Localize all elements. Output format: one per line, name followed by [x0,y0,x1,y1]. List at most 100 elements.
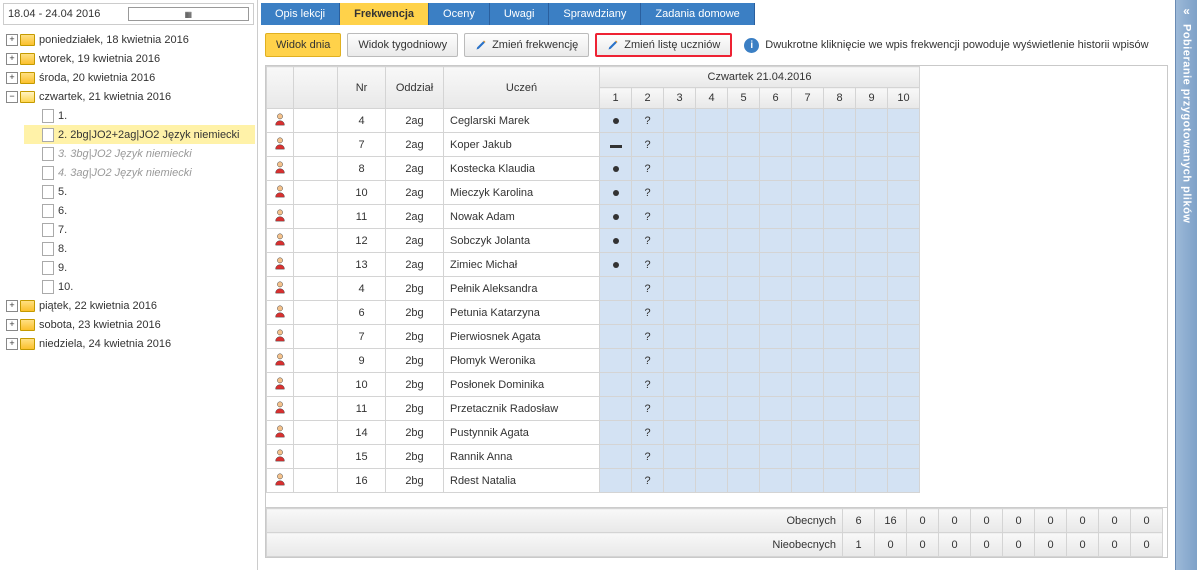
tree-lesson-node[interactable]: 3. 3bg|JO2 Język niemiecki [24,144,255,163]
slot-header[interactable]: 10 [888,88,920,109]
attendance-cell[interactable] [760,445,792,469]
attendance-cell[interactable] [888,253,920,277]
attendance-cell[interactable] [792,373,824,397]
attendance-cell[interactable] [760,181,792,205]
attendance-cell[interactable] [728,109,760,133]
attendance-cell[interactable] [600,109,632,133]
attendance-cell[interactable] [856,229,888,253]
zmien-liste-button[interactable]: Zmień listę uczniów [595,33,732,57]
slot-header[interactable]: 4 [696,88,728,109]
attendance-cell[interactable] [728,205,760,229]
student-row[interactable]: 122agSobczyk Jolanta? [267,229,920,253]
attendance-cell[interactable] [760,133,792,157]
attendance-cell[interactable] [728,421,760,445]
attendance-cell[interactable] [760,421,792,445]
attendance-cell[interactable] [696,109,728,133]
attendance-cell[interactable] [664,301,696,325]
widok-dnia-button[interactable]: Widok dnia [265,33,341,57]
attendance-cell[interactable] [728,301,760,325]
attendance-cell[interactable] [600,421,632,445]
attendance-cell[interactable] [856,325,888,349]
tree-day-node[interactable]: +wtorek, 19 kwietnia 2016 [2,49,255,68]
attendance-cell[interactable] [888,157,920,181]
attendance-cell[interactable] [792,205,824,229]
attendance-cell[interactable] [792,157,824,181]
attendance-cell[interactable]: ? [632,253,664,277]
attendance-cell[interactable] [760,157,792,181]
attendance-cell[interactable] [856,397,888,421]
attendance-cell[interactable] [792,469,824,493]
downloads-sidebar[interactable]: « Pobieranie przygotowanych plików [1175,0,1197,570]
attendance-cell[interactable] [888,445,920,469]
attendance-cell[interactable] [664,373,696,397]
attendance-cell[interactable] [664,421,696,445]
attendance-cell[interactable]: ? [632,181,664,205]
attendance-cell[interactable] [856,373,888,397]
tree-day-node[interactable]: +poniedziałek, 18 kwietnia 2016 [2,30,255,49]
attendance-cell[interactable] [856,277,888,301]
attendance-cell[interactable] [792,397,824,421]
student-row[interactable]: 162bgRdest Natalia? [267,469,920,493]
student-row[interactable]: 42agCeglarski Marek? [267,109,920,133]
attendance-cell[interactable] [888,349,920,373]
student-row[interactable]: 112bgPrzetacznik Radosław? [267,397,920,421]
slot-header[interactable]: 9 [856,88,888,109]
attendance-cell[interactable] [600,277,632,301]
attendance-cell[interactable] [760,109,792,133]
attendance-cell[interactable] [760,325,792,349]
slot-header[interactable]: 8 [824,88,856,109]
attendance-cell[interactable] [728,397,760,421]
tree-lesson-node[interactable]: 5. [24,182,255,201]
attendance-cell[interactable] [664,181,696,205]
attendance-cell[interactable] [728,349,760,373]
attendance-cell[interactable] [792,133,824,157]
attendance-cell[interactable] [664,157,696,181]
attendance-cell[interactable] [824,301,856,325]
attendance-cell[interactable] [760,301,792,325]
expand-icon[interactable]: + [6,34,18,46]
attendance-cell[interactable]: ? [632,373,664,397]
slot-header[interactable]: 2 [632,88,664,109]
date-range-field[interactable]: 18.04 - 24.04 2016 ▦ [3,3,254,25]
attendance-cell[interactable] [824,349,856,373]
attendance-cell[interactable] [664,445,696,469]
attendance-cell[interactable] [696,133,728,157]
attendance-cell[interactable] [664,277,696,301]
attendance-cell[interactable] [824,133,856,157]
attendance-cell[interactable] [824,181,856,205]
attendance-cell[interactable] [600,349,632,373]
attendance-cell[interactable] [696,301,728,325]
slot-header[interactable]: 1 [600,88,632,109]
attendance-cell[interactable] [856,133,888,157]
attendance-cell[interactable] [600,373,632,397]
tree-day-node[interactable]: +piątek, 22 kwietnia 2016 [2,296,255,315]
attendance-cell[interactable] [664,205,696,229]
tree-lesson-node[interactable]: 4. 3ag|JO2 Język niemiecki [24,163,255,182]
attendance-cell[interactable] [760,253,792,277]
tree-day-node[interactable]: +środa, 20 kwietnia 2016 [2,68,255,87]
attendance-cell[interactable] [696,205,728,229]
attendance-cell[interactable] [696,469,728,493]
attendance-cell[interactable] [792,421,824,445]
attendance-cell[interactable] [824,277,856,301]
attendance-cell[interactable] [600,253,632,277]
attendance-cell[interactable] [856,349,888,373]
student-row[interactable]: 92bgPłomyk Weronika? [267,349,920,373]
attendance-cell[interactable] [664,397,696,421]
attendance-cell[interactable] [824,373,856,397]
attendance-cell[interactable] [760,349,792,373]
expand-icon[interactable]: + [6,300,18,312]
attendance-cell[interactable] [856,421,888,445]
attendance-cell[interactable] [664,469,696,493]
attendance-cell[interactable] [600,325,632,349]
attendance-cell[interactable] [600,205,632,229]
attendance-cell[interactable] [760,205,792,229]
expand-icon[interactable]: + [6,338,18,350]
attendance-cell[interactable] [856,445,888,469]
attendance-cell[interactable] [792,181,824,205]
attendance-cell[interactable] [824,157,856,181]
attendance-cell[interactable] [664,133,696,157]
student-row[interactable]: 132agZimiec Michał? [267,253,920,277]
attendance-cell[interactable] [792,445,824,469]
attendance-cell[interactable] [888,469,920,493]
